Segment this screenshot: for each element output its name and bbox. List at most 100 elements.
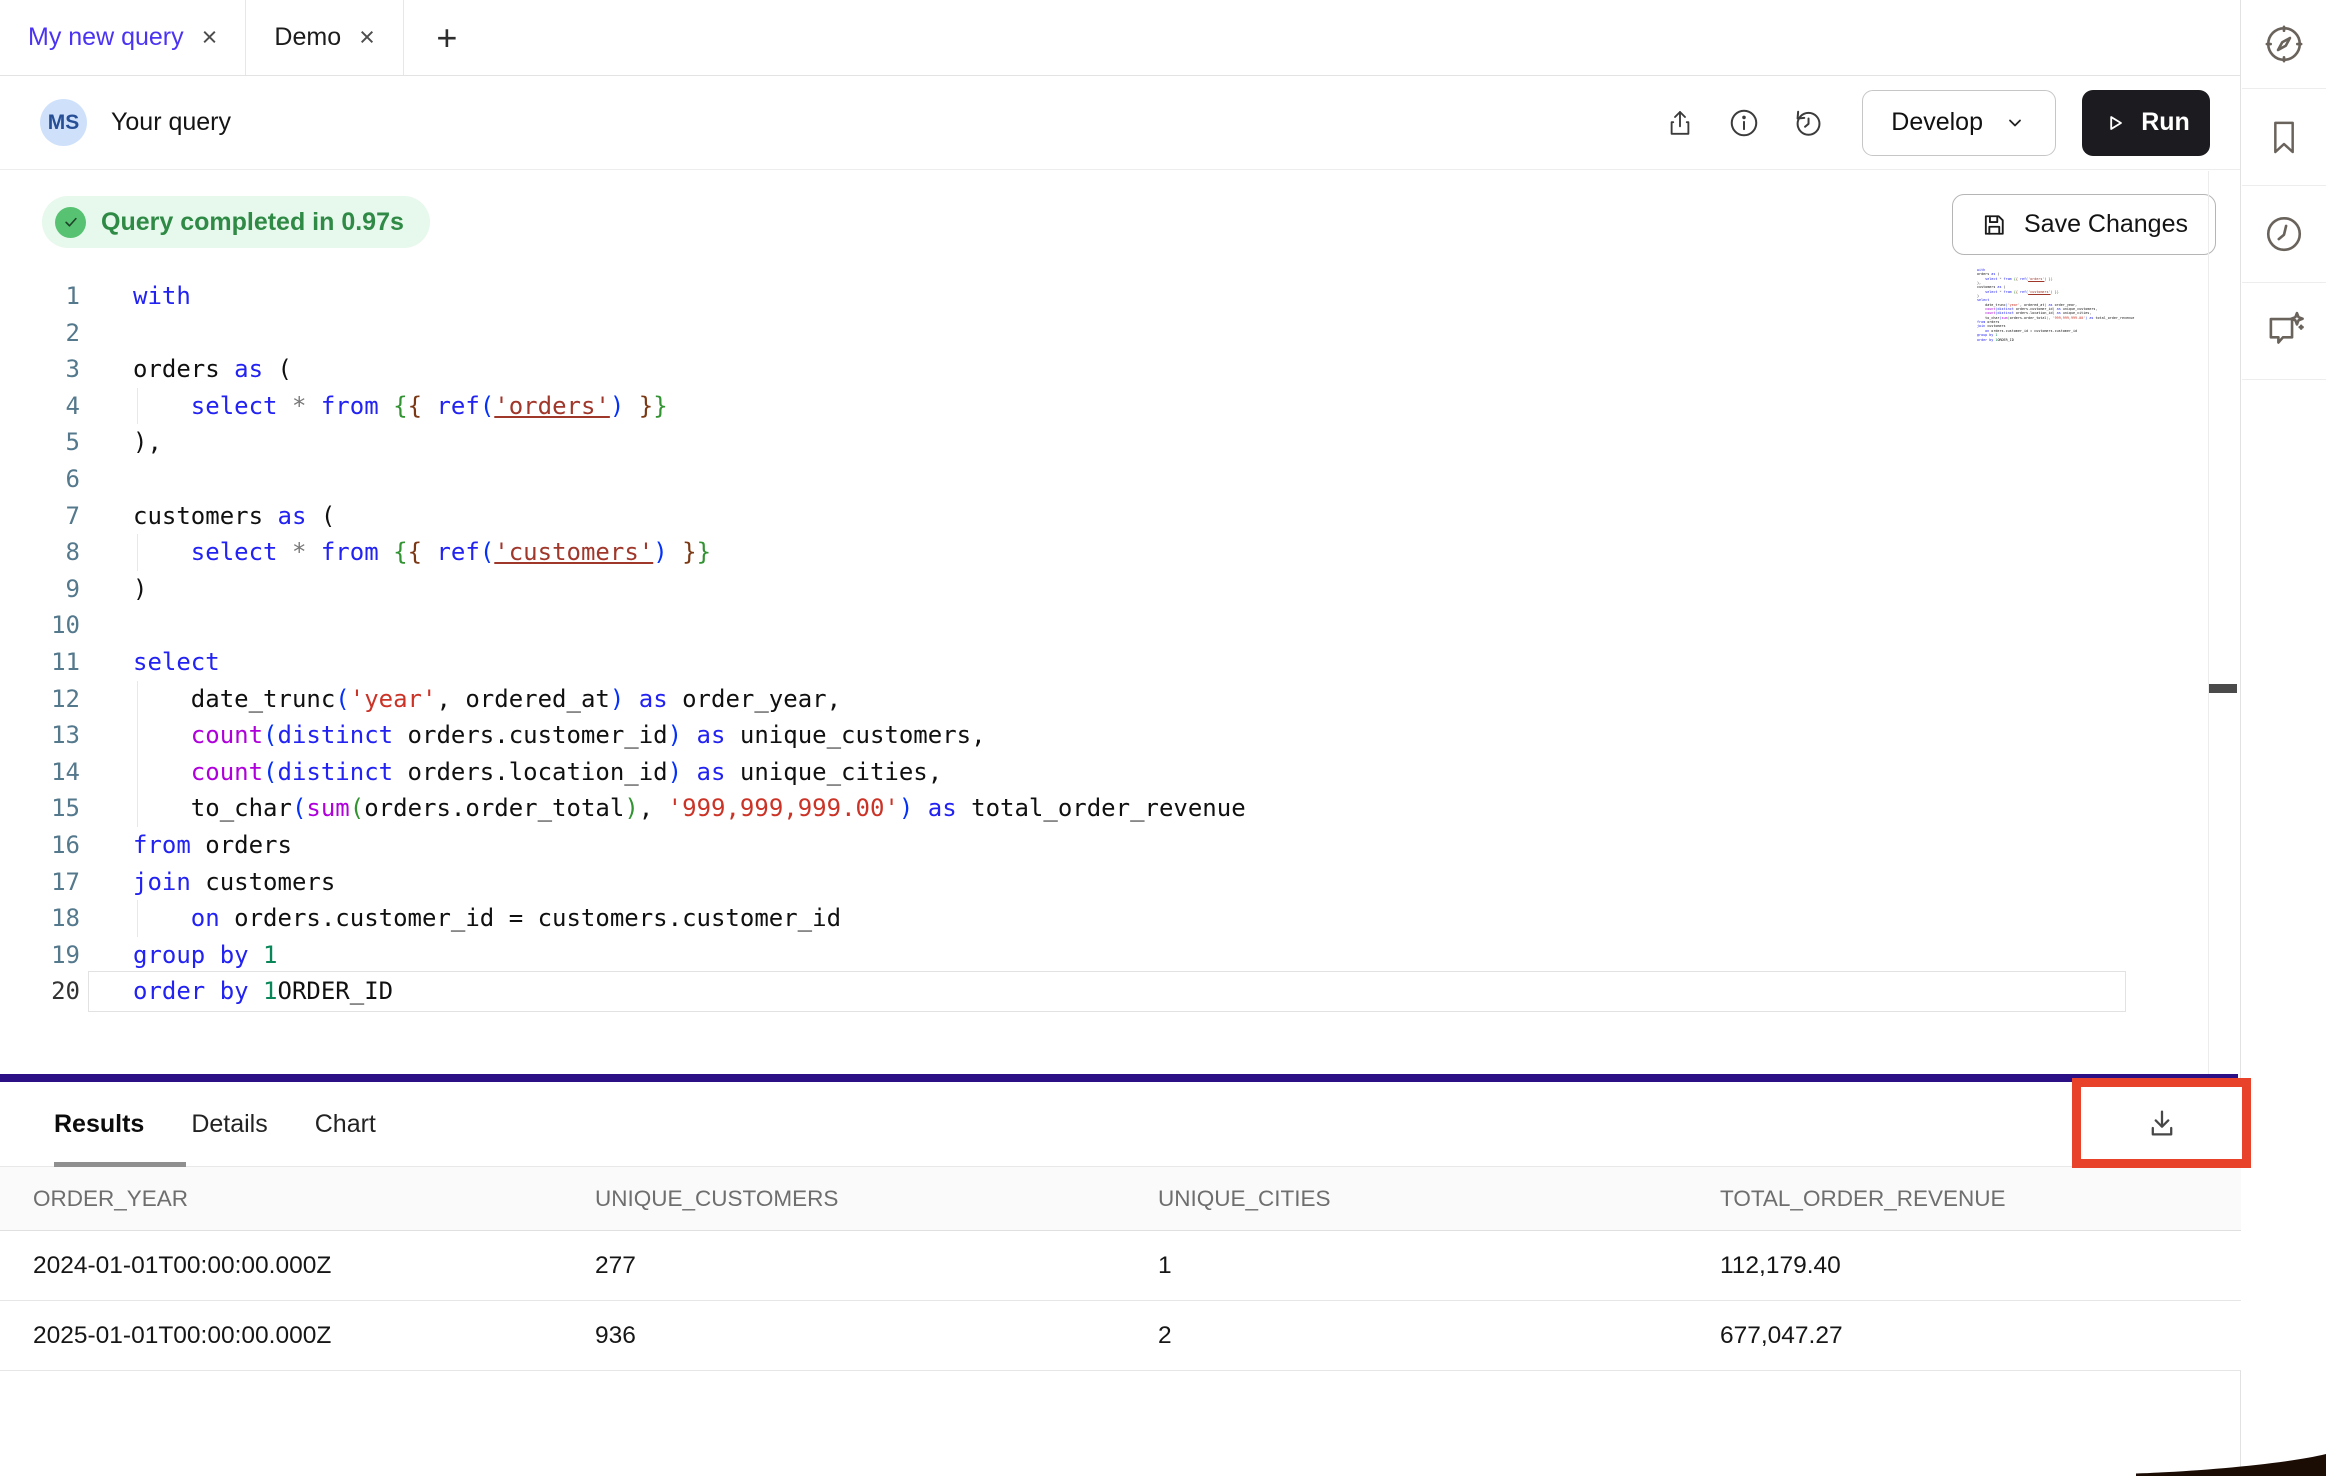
- corner-annotation-arrow: [2136, 1454, 2326, 1476]
- code-token: select: [1985, 277, 1997, 281]
- code-token: as: [913, 794, 956, 822]
- column-header: UNIQUE_CITIES: [1125, 1186, 1687, 1212]
- sidebar-item-ai-chat[interactable]: [2242, 283, 2326, 380]
- tab-label: My new query: [28, 23, 184, 52]
- code-line-17[interactable]: 17join customers: [0, 864, 2241, 901]
- code-token: (: [480, 392, 494, 420]
- code-token: 1: [263, 941, 277, 969]
- code-line-5[interactable]: 5),: [0, 424, 2241, 461]
- code-token: [133, 758, 191, 786]
- code-line-3[interactable]: 3orders as (: [0, 351, 2241, 388]
- table-header-row: ORDER_YEARUNIQUE_CUSTOMERSUNIQUE_CITIEST…: [0, 1167, 2241, 1231]
- clock-icon: [2263, 213, 2305, 255]
- save-changes-button[interactable]: Save Changes: [1952, 194, 2216, 255]
- code-token: from: [133, 831, 191, 859]
- code-line-7[interactable]: 7customers as (: [0, 498, 2241, 535]
- develop-button[interactable]: Develop: [1862, 90, 2056, 156]
- develop-label: Develop: [1891, 108, 1983, 137]
- code-line-16[interactable]: 16from orders: [0, 827, 2241, 864]
- code-line-8[interactable]: 8 select * from {{ ref('customers') }}: [0, 534, 2241, 571]
- code-token: distinct: [278, 721, 394, 749]
- success-check-icon: [55, 207, 86, 238]
- scrollbar-handle[interactable]: [2209, 684, 2237, 693]
- editor-minimap[interactable]: withorders as ( select * from {{ ref('or…: [1977, 268, 2217, 360]
- play-icon: [2102, 110, 2128, 136]
- code-line-10[interactable]: 10: [0, 607, 2241, 644]
- code-token: , ordered_at: [436, 685, 609, 713]
- code-token: order by: [133, 977, 249, 1005]
- code-token: [133, 904, 191, 932]
- line-number: 6: [0, 461, 80, 498]
- sidebar-item-bookmarks[interactable]: [2242, 89, 2326, 186]
- code-token: distinct: [278, 758, 394, 786]
- save-changes-label: Save Changes: [2024, 210, 2188, 239]
- code-token: (: [335, 685, 349, 713]
- code-text: from orders: [133, 827, 292, 864]
- code-token: [668, 538, 682, 566]
- code-token: from: [2004, 290, 2012, 294]
- code-line-2[interactable]: 2: [0, 315, 2241, 352]
- table-cell: 1: [1125, 1252, 1687, 1280]
- line-number: 1: [0, 278, 80, 315]
- close-tab-icon[interactable]: ×: [202, 24, 218, 51]
- code-line-18[interactable]: 18 on orders.customer_id = customers.cus…: [0, 900, 2241, 937]
- history-button[interactable]: [1784, 99, 1832, 147]
- status-badge: Query completed in 0.97s: [42, 196, 430, 248]
- code-line-6[interactable]: 6: [0, 461, 2241, 498]
- code-token: total_order_revenue: [957, 794, 1246, 822]
- close-tab-icon[interactable]: ×: [359, 24, 375, 51]
- code-line-15[interactable]: 15 to_char(sum(orders.order_total), '999…: [0, 790, 2241, 827]
- code-token: ORDER_ID: [1997, 338, 2013, 342]
- tab-my-new-query[interactable]: My new query ×: [0, 0, 246, 75]
- chat-sparkle-icon: [2263, 310, 2305, 352]
- code-token: }: [697, 538, 711, 566]
- code-token: ): [610, 392, 624, 420]
- code-text: orders as (: [133, 351, 292, 388]
- tab-results[interactable]: Results: [54, 1110, 144, 1139]
- tab-bar: My new query × Demo × +: [0, 0, 2240, 76]
- tab-chart[interactable]: Chart: [315, 1110, 376, 1139]
- panel-resize-divider[interactable]: [0, 1074, 2238, 1082]
- code-line-20[interactable]: 20order by 1ORDER_ID: [0, 973, 2241, 1010]
- code-line-12[interactable]: 12 date_trunc('year', ordered_at) as ord…: [0, 681, 2241, 718]
- code-token: 'customers': [2028, 290, 2050, 294]
- tab-demo[interactable]: Demo ×: [246, 0, 403, 75]
- code-token: [133, 538, 191, 566]
- column-header: UNIQUE_CUSTOMERS: [562, 1186, 1125, 1212]
- code-token: orders.customer_id = customers.customer_…: [220, 904, 841, 932]
- code-token: }: [653, 392, 667, 420]
- code-text: count(distinct orders.customer_id) as un…: [133, 717, 986, 754]
- code-token: (: [292, 794, 306, 822]
- table-row: 2024-01-01T00:00:00.000Z2771112,179.40: [0, 1231, 2241, 1301]
- line-number: 17: [0, 864, 80, 901]
- download-icon: [2145, 1106, 2179, 1140]
- line-number: 18: [0, 900, 80, 937]
- code-line-4[interactable]: 4 select * from {{ ref('orders') }}: [0, 388, 2241, 425]
- active-tab-underline: [54, 1162, 186, 1167]
- line-number: 7: [0, 498, 80, 535]
- code-text: ): [133, 571, 147, 608]
- code-line-9[interactable]: 9): [0, 571, 2241, 608]
- code-token: to_char: [133, 794, 292, 822]
- code-token: [379, 538, 393, 566]
- sidebar-item-explore[interactable]: [2242, 0, 2326, 89]
- table-cell: 936: [562, 1322, 1125, 1350]
- line-number: 12: [0, 681, 80, 718]
- code-token: ): [668, 721, 682, 749]
- code-line-19[interactable]: 19group by 1: [0, 937, 2241, 974]
- sql-editor[interactable]: 1with23orders as (4 select * from {{ ref…: [0, 278, 2241, 1010]
- code-line-13[interactable]: 13 count(distinct orders.customer_id) as…: [0, 717, 2241, 754]
- run-button[interactable]: Run: [2082, 90, 2210, 156]
- tab-details[interactable]: Details: [191, 1110, 267, 1139]
- new-tab-button[interactable]: +: [404, 0, 490, 75]
- code-line-14[interactable]: 14 count(distinct orders.location_id) as…: [0, 754, 2241, 791]
- code-line-1[interactable]: 1with: [0, 278, 2241, 315]
- sidebar-item-history[interactable]: [2242, 186, 2326, 283]
- code-token: from: [321, 538, 379, 566]
- info-button[interactable]: [1720, 99, 1768, 147]
- code-line-11[interactable]: 11select: [0, 644, 2241, 681]
- share-button[interactable]: [1656, 99, 1704, 147]
- download-results-button[interactable]: [2132, 1093, 2192, 1153]
- line-number: 10: [0, 607, 80, 644]
- code-token: [422, 538, 436, 566]
